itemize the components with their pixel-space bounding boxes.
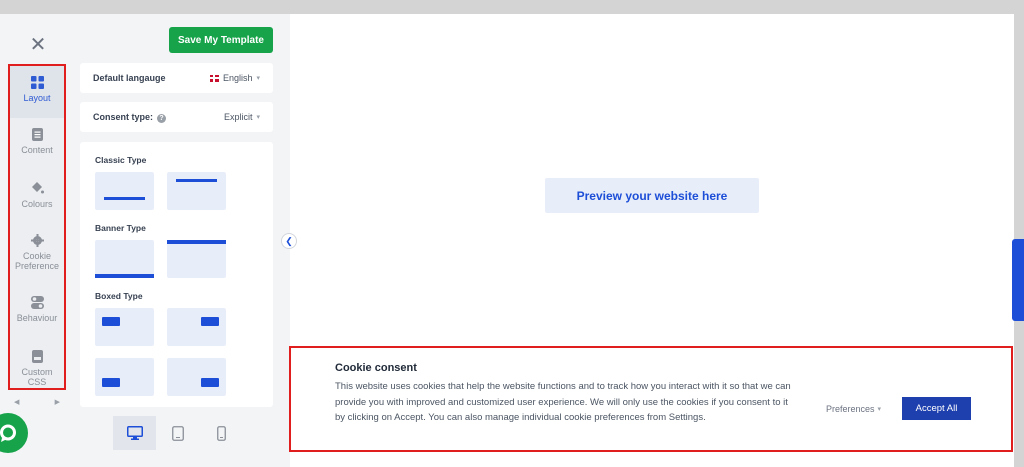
layout-classic-top[interactable] <box>167 172 226 210</box>
consent-type-value: Explicit <box>223 112 253 122</box>
consent-type-card: Consent type:? Explicit ▾ <box>80 102 273 132</box>
preview-website-button[interactable]: Preview your website here <box>545 178 759 213</box>
editor-panel: ✕ Layout Content Colours Cookie Preferen… <box>0 14 290 467</box>
chevron-down-icon: ▾ <box>877 406 882 413</box>
preferences-label: Preferences <box>826 404 875 414</box>
layout-boxed-bottom-left[interactable] <box>95 358 154 396</box>
device-switcher <box>113 416 243 450</box>
cookie-description: This website uses cookies that help the … <box>335 381 791 423</box>
collapse-panel-icon[interactable]: ❮ <box>281 233 297 249</box>
sidebar-item-custom-css[interactable]: Custom CSS <box>10 350 64 387</box>
sidebar-item-cookie-preference[interactable]: Cookie Preference <box>10 234 64 271</box>
document-icon <box>31 128 43 141</box>
sidebar-item-behaviour[interactable]: Behaviour <box>10 296 64 323</box>
sidebar-nav: Layout Content Colours Cookie Preference… <box>8 64 66 390</box>
scroll-left-icon[interactable]: ◀ <box>14 398 19 408</box>
grid-icon <box>30 76 44 89</box>
language-value: English <box>222 73 253 83</box>
cookie-consent-banner: Cookie consent This website uses cookies… <box>289 346 1013 452</box>
tablet-icon[interactable] <box>156 416 199 450</box>
layout-boxed-top-right[interactable] <box>167 308 226 346</box>
side-feedback-tab[interactable] <box>1012 239 1024 321</box>
layout-boxed-bottom-right[interactable] <box>167 358 226 396</box>
chevron-down-icon: ▾ <box>256 75 260 82</box>
layout-options-card: Classic Type Banner Type Boxed Type <box>80 142 273 407</box>
mobile-icon[interactable] <box>200 416 243 450</box>
section-banner-type: Banner Type <box>95 223 146 233</box>
layout-classic-bottom[interactable] <box>95 172 154 210</box>
sidebar-item-label: Colours <box>21 199 53 209</box>
gear-icon <box>30 234 44 247</box>
desktop-icon[interactable] <box>113 416 157 450</box>
sidebar-item-layout[interactable]: Layout <box>10 66 64 118</box>
default-language-label: Default langauge <box>93 73 166 83</box>
consent-type-label: Consent type:? <box>93 111 167 123</box>
chat-bubble-icon <box>0 424 16 442</box>
sidebar-scrollbar[interactable]: ◀ ▶ <box>8 398 66 408</box>
preferences-button[interactable]: Preferences ▾ <box>826 404 881 414</box>
sidebar-item-colours[interactable]: Colours <box>10 182 64 209</box>
sidebar-item-label: Layout <box>23 93 51 103</box>
language-select[interactable]: English ▾ <box>209 73 260 83</box>
sidebar-item-label: Content <box>21 145 53 155</box>
sidebar-item-label: Cookie Preference <box>14 251 60 271</box>
sidebar-item-content[interactable]: Content <box>10 128 64 155</box>
toggle-icon <box>30 296 44 309</box>
accept-all-button[interactable]: Accept All <box>902 397 971 420</box>
section-classic-type: Classic Type <box>95 155 147 165</box>
consent-type-select[interactable]: Explicit ▾ <box>224 112 260 122</box>
chevron-down-icon: ▾ <box>256 114 260 121</box>
sidebar-item-label: Behaviour <box>16 313 58 323</box>
cookie-title: Cookie consent <box>335 362 417 374</box>
layout-boxed-top-left[interactable] <box>95 308 154 346</box>
scroll-right-icon[interactable]: ▶ <box>55 398 60 408</box>
layout-banner-top[interactable] <box>167 240 226 278</box>
paint-bucket-icon <box>32 182 44 194</box>
default-language-card: Default langauge English ▾ <box>80 63 273 93</box>
layout-banner-bottom[interactable] <box>95 240 154 278</box>
help-icon[interactable]: ? <box>157 113 167 123</box>
consent-type-text: Consent type: <box>93 111 154 122</box>
css-file-icon <box>31 350 43 363</box>
close-icon[interactable]: ✕ <box>24 30 52 58</box>
uk-flag-icon <box>209 74 219 82</box>
sidebar-item-label: Custom CSS <box>21 367 53 387</box>
section-boxed-type: Boxed Type <box>95 291 143 301</box>
save-template-button[interactable]: Save My Template <box>169 27 273 53</box>
